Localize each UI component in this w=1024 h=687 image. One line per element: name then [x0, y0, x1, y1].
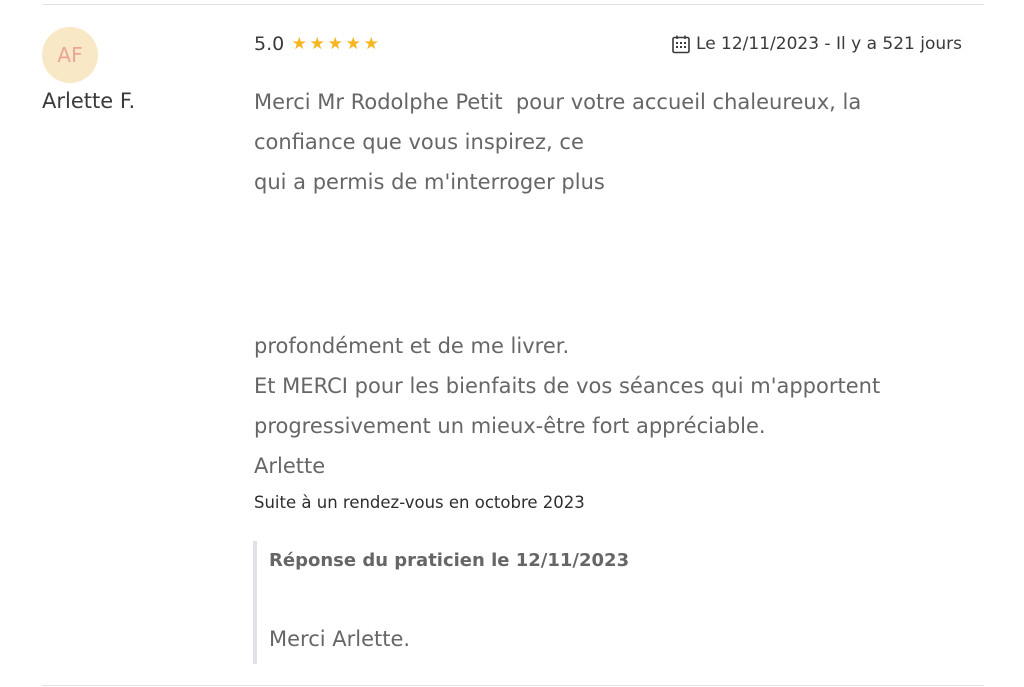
avatar: AF	[42, 27, 98, 83]
reply-text: Merci Arlette.	[269, 627, 411, 651]
star-icon: ★	[291, 33, 307, 54]
star-icon: ★	[363, 33, 379, 54]
review-text-line: Merci Mr Rodolphe Petit pour votre accue…	[254, 90, 862, 114]
visit-context: Suite à un rendez-vous en octobre 2023	[254, 493, 585, 512]
review-signature: Arlette	[254, 454, 326, 478]
star-icon: ★	[345, 33, 361, 54]
review-date: Le 12/11/2023 - Il y a 521 jours	[671, 32, 962, 56]
review-date-text: Le 12/11/2023 - Il y a 521 jours	[696, 34, 962, 54]
rating-value: 5.0	[254, 33, 285, 55]
review-text-line: confiance que vous inspirez, ce	[254, 130, 584, 154]
star-icon: ★	[309, 33, 325, 54]
rating: 5.0 ★ ★ ★ ★ ★	[254, 32, 380, 56]
star-icon: ★	[327, 33, 343, 54]
avatar-initials: AF	[57, 43, 83, 67]
bottom-divider	[42, 685, 984, 686]
review-text-line: profondément et de me livrer.	[254, 334, 570, 358]
review-text-line: Et MERCI pour les bienfaits de vos séanc…	[254, 374, 881, 398]
review-text: Merci Mr Rodolphe Petit pour votre accue…	[254, 82, 954, 202]
calendar-icon	[672, 35, 690, 54]
review-text-line: qui a permis de m'interroger plus	[254, 170, 605, 194]
review-text-continued: profondément et de me livrer. Et MERCI p…	[254, 326, 954, 486]
review-author: Arlette F.	[42, 89, 136, 113]
review-text-line: progressivement un mieux-être fort appré…	[254, 414, 766, 438]
top-divider	[42, 4, 984, 5]
rating-stars: ★ ★ ★ ★ ★	[290, 33, 380, 54]
reply-title: Réponse du praticien le 12/11/2023	[269, 550, 630, 571]
practitioner-reply: Réponse du praticien le 12/11/2023 Merci…	[253, 541, 957, 664]
